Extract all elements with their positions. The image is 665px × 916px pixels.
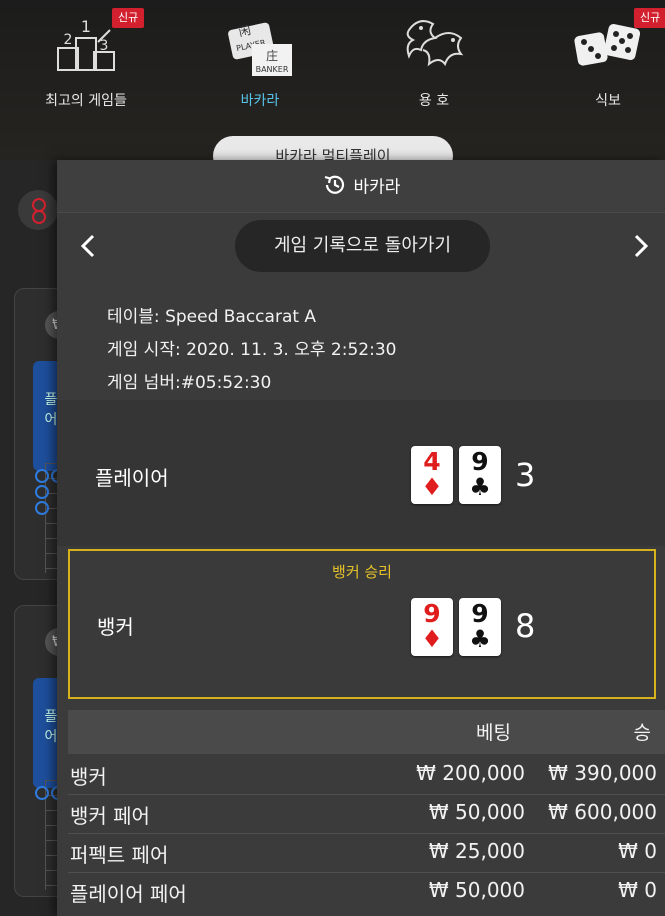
card-rank: 9 <box>471 599 489 628</box>
new-badge: 신규 <box>634 8 665 28</box>
baccarat-icon-text: 庄 <box>266 48 278 63</box>
road-toggle <box>18 190 58 230</box>
playing-card: 9 ♣ <box>459 598 501 656</box>
panel-header: 바카라 <box>57 160 665 213</box>
game-start-value: 2020. 11. 3. 오후 2:52:30 <box>186 340 397 360</box>
playing-card: 9 ♣ <box>459 446 501 504</box>
bet-amount: ₩ 25,000 <box>428 839 525 863</box>
nav-item-label: 최고의 게임들 <box>45 93 127 109</box>
podium-digit-2: 2 <box>64 32 73 48</box>
player-score: 3 <box>515 456 536 494</box>
club-icon: ♣ <box>469 473 491 501</box>
baccarat-icon-text: 闲 <box>237 23 252 39</box>
dragon-tiger-icon <box>406 20 464 67</box>
nav-item-top-games[interactable]: 1 2 3 신규 최고의 게임들 <box>16 0 156 120</box>
player-label: 플레이어 <box>95 466 169 490</box>
bet-column-header: 베팅 <box>476 722 511 744</box>
player-hand-row: 플레이어 4 ♦ 9 ♣ 3 <box>57 400 665 546</box>
game-start-label: 게임 시작: <box>107 340 181 360</box>
bet-amount: ₩ 50,000 <box>428 800 525 824</box>
bet-type: 뱅커 <box>70 765 107 789</box>
table-info: 테이블: Speed Baccarat A <box>107 302 316 327</box>
banker-score: 8 <box>515 607 536 645</box>
diamond-icon: ♦ <box>421 625 443 653</box>
win-amount: ₩ 600,000 <box>548 800 657 824</box>
win-column-header: 승 <box>633 722 651 744</box>
podium-icon: 1 2 3 <box>57 17 115 71</box>
table-row: 뱅커 ₩ 200,000 ₩ 390,000 <box>68 756 665 795</box>
nav-item-dragon-tiger[interactable]: 용 호 <box>364 0 504 120</box>
bet-amount: ₩ 200,000 <box>416 761 525 785</box>
table-row: 뱅커 페어 ₩ 50,000 ₩ 600,000 <box>68 795 665 834</box>
game-history-panel: 바카라 테이블: Speed Baccarat A 게임 시작: 2020. 1… <box>57 160 665 916</box>
history-icon <box>324 175 344 194</box>
bets-table-header: 베팅 승 <box>68 710 665 754</box>
previous-arrow-icon[interactable] <box>77 232 101 260</box>
next-arrow-icon[interactable] <box>628 232 652 260</box>
podium-digit-1: 1 <box>81 17 91 36</box>
baccarat-icon-text: BANKER <box>256 65 289 74</box>
win-amount: ₩ 0 <box>618 839 657 863</box>
card-rank: 9 <box>423 599 441 628</box>
win-amount: ₩ 0 <box>618 878 657 902</box>
baccarat-icon: 闲 PLAYER 庄 BANKER <box>228 22 292 76</box>
back-to-history-label: 게임 기록으로 돌아가기 <box>273 235 452 256</box>
banker-hand-row: 뱅커 승리 뱅커 9 ♦ 9 ♣ 8 <box>68 549 656 699</box>
nav-item-sicbo[interactable]: 신규 식보 <box>538 0 665 120</box>
nav-item-label: 용 호 <box>418 93 450 109</box>
nav-item-label: 바카라 <box>240 93 280 109</box>
playing-card: 9 ♦ <box>411 598 453 656</box>
diamond-icon: ♦ <box>421 473 443 501</box>
playing-card: 4 ♦ <box>411 446 453 504</box>
table-label: 테이블: <box>107 307 160 327</box>
new-badge: 신규 <box>112 8 145 28</box>
table-value: Speed Baccarat A <box>165 307 317 327</box>
nav-item-label: 식보 <box>595 93 621 109</box>
win-amount: ₩ 390,000 <box>548 761 657 785</box>
game-number-value: #05:52:30 <box>180 373 272 393</box>
table-row: 퍼펙트 페어 ₩ 25,000 ₩ 0 <box>68 834 665 873</box>
game-number-info: 게임 넘버:#05:52:30 <box>107 368 271 393</box>
table-row: 플레이어 페어 ₩ 50,000 ₩ 0 <box>68 873 665 911</box>
panel-title: 바카라 <box>57 172 665 198</box>
bet-type: 뱅커 페어 <box>70 804 150 828</box>
back-to-history-button[interactable]: 게임 기록으로 돌아가기 <box>235 220 490 272</box>
banker-win-label: 뱅커 승리 <box>332 563 392 581</box>
nav-item-baccarat[interactable]: 闲 PLAYER 庄 BANKER 바카라 <box>190 0 330 120</box>
bet-type: 플레이어 페어 <box>70 882 187 906</box>
card-rank: 4 <box>423 447 441 476</box>
card-rank: 9 <box>471 447 489 476</box>
panel-title-text: 바카라 <box>353 177 401 198</box>
game-start-info: 게임 시작: 2020. 11. 3. 오후 2:52:30 <box>107 335 396 360</box>
bet-type: 퍼펙트 페어 <box>70 843 169 867</box>
banker-label: 뱅커 <box>97 615 134 639</box>
game-number-label: 게임 넘버: <box>107 373 181 393</box>
bet-amount: ₩ 50,000 <box>428 878 525 902</box>
club-icon: ♣ <box>469 625 491 653</box>
